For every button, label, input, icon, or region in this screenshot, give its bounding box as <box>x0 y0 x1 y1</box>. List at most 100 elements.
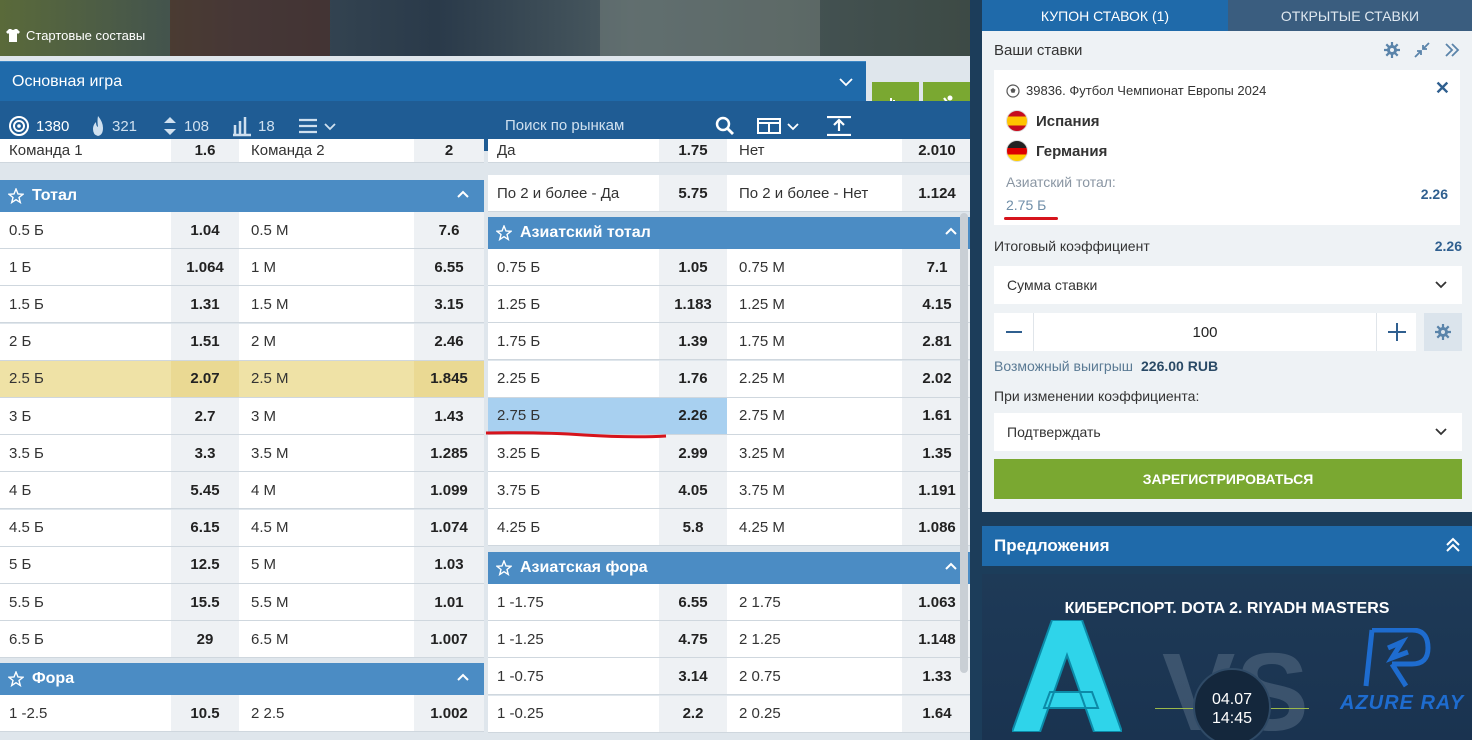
outcome-odd[interactable]: 29 <box>171 621 239 658</box>
outcome-odd[interactable]: 5.8 <box>659 509 727 546</box>
stake-input[interactable]: 100 <box>1034 313 1376 351</box>
outcome-odd[interactable]: 3.3 <box>171 435 239 472</box>
outcome-odd[interactable]: 2.46 <box>414 323 484 360</box>
section-asian-fora-header[interactable]: Азиатская фора <box>488 552 970 584</box>
outcome-odd[interactable]: 6.55 <box>659 584 727 620</box>
gear-icon[interactable] <box>1384 42 1400 58</box>
promo-banner[interactable]: КИБЕРСПОРТ. DOTA 2. RIYADH MASTERS VS 04… <box>982 574 1472 740</box>
outcome-odd[interactable]: 1.074 <box>414 509 484 546</box>
outcome-odd[interactable]: 1.01 <box>414 584 484 620</box>
outcome-label: 4.25 Б <box>497 518 541 536</box>
outcome-odd[interactable]: 12.5 <box>171 546 239 583</box>
outcome-odd[interactable]: 2.7 <box>171 398 239 434</box>
market-row[interactable]: 2 Б 1.51 2 М 2.46 <box>0 323 484 361</box>
main-game-dropdown[interactable]: Основная игра <box>0 61 866 101</box>
outcome-odd[interactable]: 2.2 <box>659 695 727 732</box>
stake-type-select[interactable]: Сумма ставки <box>994 266 1462 304</box>
outcome-odd[interactable]: 2.26 <box>659 397 727 434</box>
market-row[interactable]: По 2 и более - Да 5.75 По 2 и более - Не… <box>488 175 970 212</box>
outcome-odd[interactable]: 6.55 <box>414 249 484 286</box>
outcome-odd[interactable]: 1.064 <box>171 249 239 286</box>
outcome-odd[interactable]: 2.07 <box>171 360 239 397</box>
market-row[interactable]: 0.75 Б 1.05 0.75 М 7.1 <box>488 249 970 286</box>
outcome-odd[interactable]: 4.05 <box>659 472 727 509</box>
outcome-odd[interactable]: 1.76 <box>659 360 727 397</box>
market-row[interactable]: 2.25 Б 1.76 2.25 М 2.02 <box>488 360 970 398</box>
outcome-odd[interactable]: 1.75 <box>659 139 727 162</box>
market-row[interactable]: 1 -0.25 2.2 2 0.25 1.64 <box>488 695 970 733</box>
offers-header[interactable]: Предложения <box>982 526 1472 566</box>
close-icon[interactable]: ✕ <box>1435 78 1450 99</box>
section-fora-header[interactable]: Фора <box>0 663 484 695</box>
outcome-odd[interactable]: 1.002 <box>414 695 484 731</box>
tab-coupon[interactable]: КУПОН СТАВОК (1) <box>982 0 1228 31</box>
market-row[interactable]: Команда 1 1.6 Команда 2 2 <box>0 139 484 163</box>
market-row[interactable]: 6.5 Б 29 6.5 М 1.007 <box>0 621 484 659</box>
double-chevron-right-icon[interactable] <box>1444 42 1460 58</box>
outcome-odd[interactable]: 2.010 <box>902 139 970 162</box>
outcome-odd[interactable]: 1.183 <box>659 286 727 323</box>
market-row[interactable]: 1 -0.75 3.14 2 0.75 1.33 <box>488 658 970 696</box>
outcome-odd[interactable]: 5.45 <box>171 472 239 509</box>
outcome-odd[interactable]: 5.75 <box>659 175 727 211</box>
collapse-arrows-icon[interactable] <box>1414 42 1430 58</box>
outcome-odd[interactable]: 7.6 <box>414 212 484 248</box>
outcome-odd[interactable]: 1.124 <box>902 175 970 211</box>
market-row[interactable]: 0.5 Б 1.04 0.5 М 7.6 <box>0 212 484 249</box>
team-a-logo <box>1012 620 1122 732</box>
increase-stake-button[interactable] <box>1376 313 1416 351</box>
market-row[interactable]: 3 Б 2.7 3 М 1.43 <box>0 398 484 435</box>
outcome-odd[interactable]: 2 <box>414 139 484 162</box>
register-button[interactable]: ЗАРЕГИСТРИРОВАТЬСЯ <box>994 459 1462 499</box>
market-row[interactable]: 1 -2.5 10.5 2 2.5 1.002 <box>0 695 484 732</box>
outcome-odd[interactable]: 1.099 <box>414 472 484 509</box>
market-row[interactable]: Да 1.75 Нет 2.010 <box>488 139 970 163</box>
outcome-odd[interactable]: 1.64 <box>902 695 970 732</box>
outcome-odd[interactable]: 1.43 <box>414 398 484 434</box>
section-total-header[interactable]: Тотал <box>0 180 484 212</box>
outcome-odd[interactable]: 6.15 <box>171 509 239 546</box>
market-row[interactable]: 1.75 Б 1.39 1.75 М 2.81 <box>488 323 970 361</box>
market-row[interactable]: 1.5 Б 1.31 1.5 М 3.15 <box>0 286 484 324</box>
outcome-odd[interactable]: 1.39 <box>659 323 727 360</box>
outcome-odd[interactable]: 15.5 <box>171 584 239 620</box>
market-row[interactable]: 5.5 Б 15.5 5.5 М 1.01 <box>0 584 484 621</box>
outcome-odd[interactable]: 1.04 <box>171 212 239 248</box>
market-row[interactable]: 4.25 Б 5.8 4.25 М 1.086 <box>488 509 970 547</box>
market-row[interactable]: 1 Б 1.064 1 М 6.55 <box>0 249 484 287</box>
outcome-odd[interactable]: 1.845 <box>414 360 484 397</box>
market-row[interactable]: 4.5 Б 6.15 4.5 М 1.074 <box>0 509 484 547</box>
outcome-odd[interactable]: 10.5 <box>171 695 239 731</box>
market-row[interactable]: 1.25 Б 1.183 1.25 М 4.15 <box>488 286 970 324</box>
outcome-odd[interactable]: 1.6 <box>171 139 239 162</box>
outcome-odd[interactable]: 1.05 <box>659 249 727 285</box>
team-1: Испания <box>1006 110 1100 132</box>
odds-change-select[interactable]: Подтверждать <box>994 413 1462 451</box>
outcome-odd[interactable]: 1.31 <box>171 286 239 323</box>
tab-open-bets[interactable]: ОТКРЫТЫЕ СТАВКИ <box>1228 0 1472 31</box>
outcome-odd[interactable]: 1.007 <box>414 621 484 658</box>
market-row[interactable]: 3.75 Б 4.05 3.75 М 1.191 <box>488 472 970 510</box>
market-row[interactable]: 1 -1.75 6.55 2 1.75 1.063 <box>488 584 970 621</box>
outcome-label: 1 -1.25 <box>497 630 544 648</box>
section-asian-total-header[interactable]: Азиатский тотал <box>488 217 970 249</box>
outcome-label: 1.75 Б <box>497 332 541 350</box>
section-title: Фора <box>32 670 75 687</box>
stake-settings-button[interactable] <box>1424 313 1462 351</box>
outcome-odd[interactable]: 1.03 <box>414 546 484 583</box>
market-row[interactable]: 2.5 Б 2.07 2.5 М 1.845 <box>0 360 484 398</box>
outcome-odd[interactable]: 1.51 <box>171 323 239 360</box>
decrease-stake-button[interactable] <box>994 313 1034 351</box>
market-row[interactable]: 1 -1.25 4.75 2 1.25 1.148 <box>488 621 970 659</box>
outcome-odd[interactable]: 3.15 <box>414 286 484 323</box>
outcome-odd[interactable]: 4.75 <box>659 621 727 658</box>
market-row[interactable]: 5 Б 12.5 5 М 1.03 <box>0 546 484 584</box>
lineups-link[interactable]: Стартовые составы <box>6 28 145 43</box>
market-row[interactable]: 4 Б 5.45 4 М 1.099 <box>0 472 484 510</box>
outcome-label: 5.5 М <box>251 593 289 611</box>
outcome-odd[interactable]: 3.14 <box>659 658 727 695</box>
market-row[interactable]: 3.5 Б 3.3 3.5 М 1.285 <box>0 435 484 473</box>
outcome-odd[interactable]: 1.285 <box>414 435 484 472</box>
scrollbar[interactable] <box>960 213 968 673</box>
filter-stats-count: 18 <box>258 117 275 135</box>
